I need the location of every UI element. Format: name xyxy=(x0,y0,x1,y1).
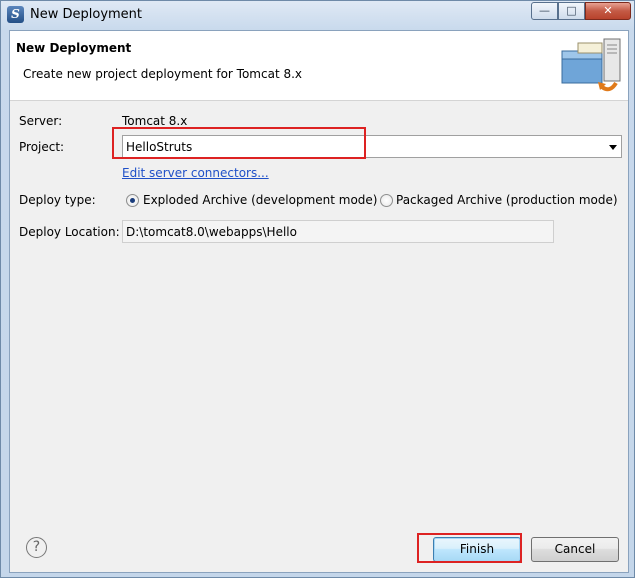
project-highlight-box xyxy=(112,127,366,159)
deploy-location-label: Deploy Location: xyxy=(19,225,120,239)
page-title: New Deployment xyxy=(16,41,132,55)
title-bar[interactable]: S New Deployment — □ ✕ xyxy=(1,1,634,28)
wizard-header: New Deployment Create new project deploy… xyxy=(10,31,628,101)
close-button[interactable]: ✕ xyxy=(585,2,631,20)
minimize-button[interactable]: — xyxy=(531,2,558,20)
help-icon[interactable]: ? xyxy=(26,537,47,558)
app-icon: S xyxy=(7,6,24,23)
packaged-archive-label[interactable]: Packaged Archive (production mode) xyxy=(396,193,618,207)
server-label: Server: xyxy=(19,114,63,128)
edit-server-connectors-link[interactable]: Edit server connectors... xyxy=(122,166,269,180)
window-title: New Deployment xyxy=(30,7,143,22)
maximize-button[interactable]: □ xyxy=(558,2,585,20)
exploded-archive-radio[interactable] xyxy=(126,194,139,207)
packaged-archive-radio[interactable] xyxy=(380,194,393,207)
chevron-down-icon[interactable] xyxy=(609,145,617,150)
server-value: Tomcat 8.x xyxy=(122,114,188,128)
page-description: Create new project deployment for Tomcat… xyxy=(23,67,303,81)
new-deployment-dialog: S New Deployment — □ ✕ New Deployment Cr… xyxy=(0,0,635,578)
deploy-location-field[interactable]: D:\tomcat8.0\webapps\Hello xyxy=(122,220,554,243)
deploy-type-label: Deploy type: xyxy=(19,193,96,207)
cancel-button[interactable]: Cancel xyxy=(531,537,619,562)
deploy-banner-icon xyxy=(561,38,621,92)
deploy-location-value: D:\tomcat8.0\webapps\Hello xyxy=(126,225,297,239)
exploded-archive-label[interactable]: Exploded Archive (development mode) xyxy=(143,193,378,207)
dialog-content: New Deployment Create new project deploy… xyxy=(9,30,629,573)
project-label: Project: xyxy=(19,140,65,154)
finish-highlight-box xyxy=(417,533,522,563)
